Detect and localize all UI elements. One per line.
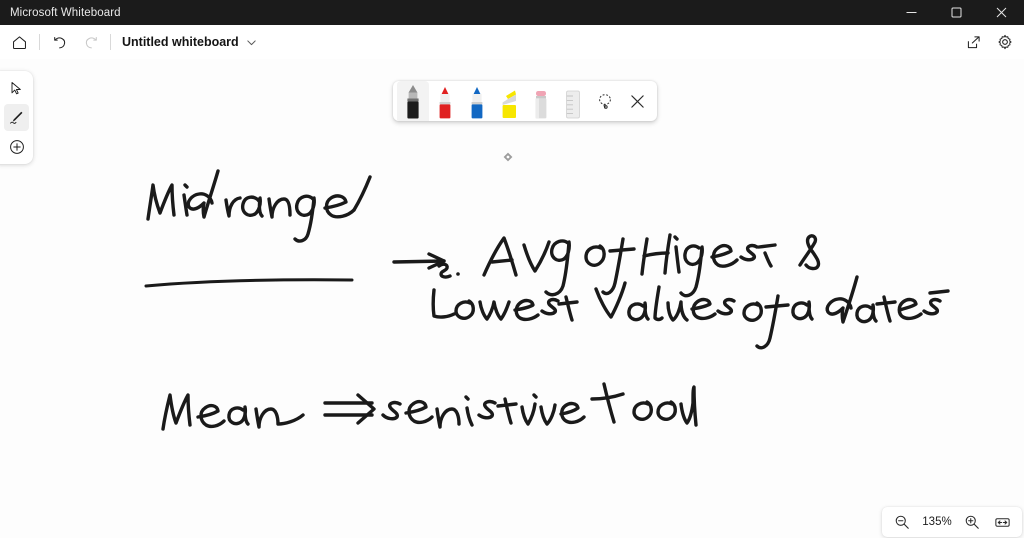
document-title[interactable]: Untitled whiteboard bbox=[122, 35, 239, 49]
pen-blue[interactable] bbox=[461, 81, 493, 121]
ruler-icon bbox=[566, 90, 580, 119]
share-button[interactable] bbox=[958, 27, 988, 57]
cursor-select-icon bbox=[11, 82, 21, 95]
gear-icon bbox=[998, 34, 1012, 50]
zoom-in-button[interactable] bbox=[958, 509, 986, 535]
lasso-select-icon bbox=[599, 94, 611, 109]
tool-rail bbox=[0, 71, 33, 164]
canvas-anchor-dot bbox=[503, 149, 513, 162]
inking-toolbar bbox=[393, 81, 657, 121]
yellow-highlighter-icon bbox=[502, 90, 516, 118]
command-bar-left: Untitled whiteboard bbox=[0, 27, 257, 57]
handwriting-ink bbox=[144, 169, 950, 431]
command-bar-right bbox=[958, 27, 1020, 57]
close-icon bbox=[996, 7, 1007, 18]
window-title-bar: Microsoft Whiteboard bbox=[0, 0, 1024, 25]
minimize-button[interactable] bbox=[889, 0, 934, 25]
redo-button[interactable] bbox=[75, 27, 105, 57]
close-button[interactable] bbox=[979, 0, 1024, 25]
tool-select[interactable] bbox=[4, 75, 29, 102]
eraser-pencil[interactable] bbox=[525, 81, 557, 121]
divider bbox=[110, 34, 111, 50]
undo-icon bbox=[53, 36, 65, 48]
diamond-marker-icon bbox=[503, 152, 513, 162]
close-icon bbox=[630, 94, 644, 108]
minimize-icon bbox=[906, 12, 917, 13]
settings-button[interactable] bbox=[990, 27, 1020, 57]
redo-icon bbox=[85, 36, 97, 48]
window-controls bbox=[889, 0, 1024, 25]
fit-to-screen-button[interactable] bbox=[988, 509, 1016, 535]
ruler-tool[interactable] bbox=[557, 81, 589, 121]
tool-create[interactable] bbox=[4, 133, 29, 160]
pen-black[interactable] bbox=[397, 81, 429, 121]
zoom-out-icon bbox=[895, 515, 909, 529]
pen-icon bbox=[10, 111, 23, 124]
fit-to-screen-icon bbox=[994, 517, 1010, 527]
black-pen-icon bbox=[407, 85, 419, 119]
zoom-out-button[interactable] bbox=[888, 509, 916, 535]
zoom-controls: 135% bbox=[882, 507, 1022, 537]
zoom-in-icon bbox=[965, 515, 979, 529]
app-title: Microsoft Whiteboard bbox=[10, 6, 121, 19]
eraser-pencil-icon bbox=[535, 91, 547, 119]
highlighter-yellow[interactable] bbox=[493, 81, 525, 121]
document-title-menu-button[interactable] bbox=[246, 37, 257, 48]
pen-red[interactable] bbox=[429, 81, 461, 121]
lasso-select-button[interactable] bbox=[589, 81, 621, 121]
chevron-down-icon bbox=[247, 39, 256, 45]
red-pen-icon bbox=[439, 87, 451, 119]
plus-circle-icon bbox=[9, 139, 24, 154]
divider bbox=[39, 34, 40, 50]
whiteboard-canvas[interactable] bbox=[0, 59, 1024, 538]
home-icon bbox=[12, 35, 26, 49]
tool-pen[interactable] bbox=[4, 104, 29, 131]
close-inking-toolbar-button[interactable] bbox=[621, 81, 653, 121]
command-bar: Untitled whiteboard bbox=[0, 25, 1024, 59]
zoom-level-label[interactable]: 135% bbox=[918, 516, 956, 528]
blue-pen-icon bbox=[471, 87, 483, 119]
maximize-icon bbox=[951, 7, 962, 18]
maximize-button[interactable] bbox=[934, 0, 979, 25]
share-icon bbox=[967, 35, 980, 48]
undo-button[interactable] bbox=[45, 27, 75, 57]
home-button[interactable] bbox=[4, 27, 34, 57]
